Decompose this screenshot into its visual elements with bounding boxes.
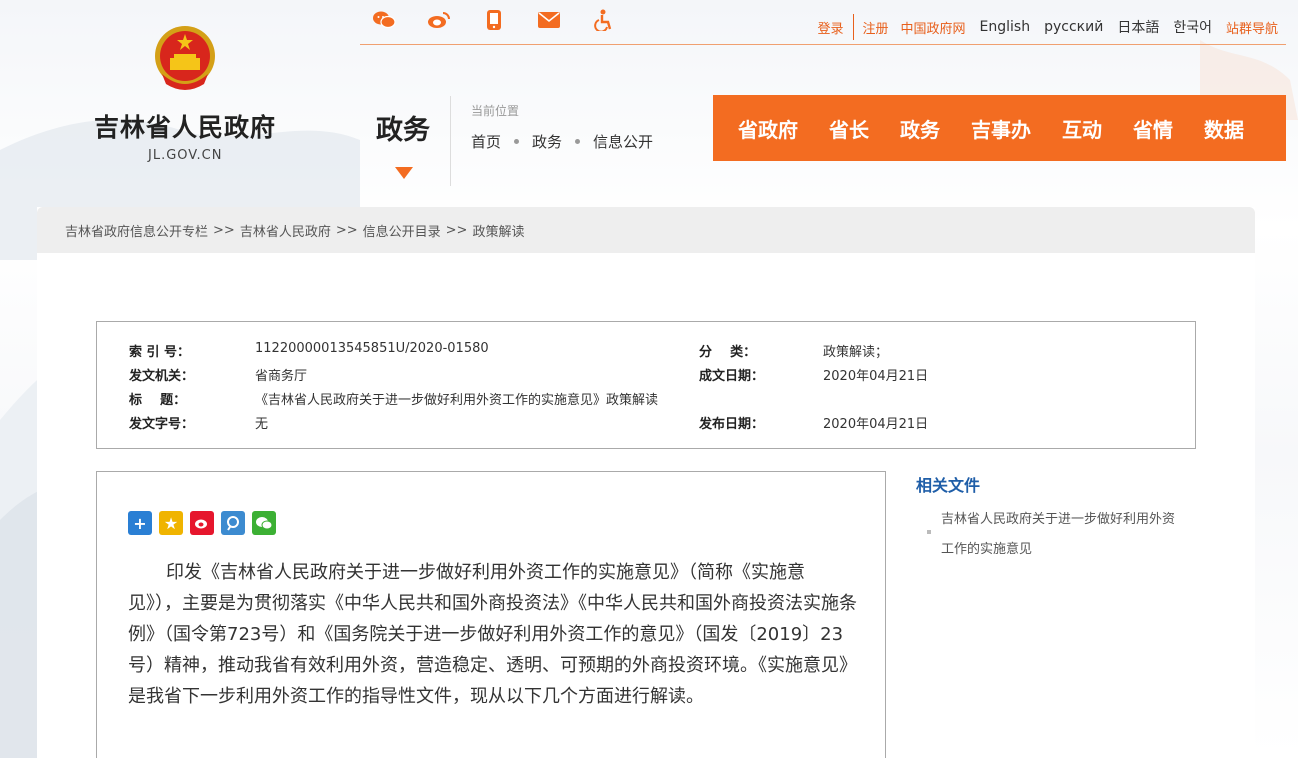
location-breadcrumb: 首页 政务 信息公开 — [471, 131, 653, 152]
site-title[interactable]: 吉林省人民政府 — [94, 108, 276, 144]
crumb-dot — [514, 139, 520, 144]
lang-english[interactable]: English — [980, 19, 1031, 35]
link-separator — [852, 14, 854, 40]
weibo-share-icon[interactable] — [190, 511, 214, 535]
location-label: 当前位置 — [471, 104, 520, 118]
breadcrumb-sep: >> — [445, 222, 468, 238]
section-pointer-icon — [395, 167, 413, 179]
wechat-share-icon[interactable] — [252, 511, 276, 535]
breadcrumb-sep: >> — [335, 222, 358, 238]
social-icons — [372, 8, 616, 32]
tencent-weibo-icon[interactable] — [221, 511, 245, 535]
meta-published-value: 2020年04月21日 — [823, 417, 929, 432]
meta-index-value: 11220000013545851U/2020-01580 — [255, 341, 489, 356]
nav-governor[interactable]: 省长 — [829, 114, 869, 143]
meta-created-label: 成文日期： — [699, 369, 765, 384]
login-link[interactable]: 登录 — [818, 18, 844, 37]
qzone-icon[interactable]: ★ — [159, 511, 183, 535]
share-more-icon[interactable]: + — [128, 511, 152, 535]
section-title: 政务 — [376, 115, 430, 146]
lang-russian[interactable]: русский — [1044, 19, 1103, 35]
nav-interaction[interactable]: 互动 — [1062, 114, 1102, 143]
content-panel: 吉林省政府信息公开专栏 >> 吉林省人民政府 >> 信息公开目录 >> 政策解读… — [37, 207, 1255, 758]
meta-title-label: 标 题： — [129, 393, 187, 408]
related-docs-title: 相关文件 — [916, 476, 981, 495]
lang-korean[interactable]: 한국어 — [1173, 17, 1212, 37]
document-metadata: 索 引 号： 11220000013545851U/2020-01580 分 类… — [96, 321, 1196, 449]
crumb-dot — [575, 139, 581, 144]
meta-row: 发文机关： 省商务厅 成文日期： 2020年04月21日 — [129, 365, 928, 384]
mail-icon[interactable] — [537, 8, 561, 32]
lang-japanese[interactable]: 日本語 — [1117, 17, 1159, 37]
related-doc-link[interactable]: 吉林省人民政府关于进一步做好利用外资工作的实施意见 — [941, 505, 1187, 565]
meta-title-value: 《吉林省人民政府关于进一步做好利用外资工作的实施意见》政策解读 — [255, 393, 659, 408]
accessibility-icon[interactable] — [592, 8, 616, 32]
meta-row: 标 题： 《吉林省人民政府关于进一步做好利用外资工作的实施意见》政策解读 — [129, 389, 658, 408]
breadcrumb-item[interactable]: 吉林省政府信息公开专栏 — [65, 221, 208, 240]
header-divider — [450, 96, 451, 186]
nav-data[interactable]: 数据 — [1204, 114, 1244, 143]
meta-issuer-value: 省商务厅 — [255, 369, 308, 384]
crumb-affairs[interactable]: 政务 — [532, 131, 562, 152]
national-emblem-logo[interactable] — [152, 24, 218, 96]
register-link[interactable]: 注册 — [863, 18, 889, 37]
breadcrumb-item[interactable]: 信息公开目录 — [363, 221, 441, 240]
crumb-info-disclosure[interactable]: 信息公开 — [593, 131, 653, 152]
meta-row: 发文字号： 无 发布日期： 2020年04月21日 — [129, 413, 928, 432]
breadcrumb-sep: >> — [213, 222, 235, 238]
breadcrumb-item[interactable]: 吉林省人民政府 — [240, 221, 331, 240]
meta-category-value: 政策解读； — [823, 345, 889, 360]
meta-issuer-label: 发文机关： — [129, 369, 195, 384]
meta-created-value: 2020年04月21日 — [823, 369, 929, 384]
crumb-home[interactable]: 首页 — [471, 131, 501, 152]
meta-docno-label: 发文字号： — [129, 417, 195, 432]
nav-provincial-gov[interactable]: 省政府 — [738, 114, 798, 143]
topbar-divider — [360, 44, 1286, 45]
top-links: 登录 注册 中国政府网 English русский 日本語 한국어 站群导航 — [818, 14, 1278, 40]
article-paragraph: 印发《吉林省人民政府关于进一步做好利用外资工作的实施意见》（简称《实施意见》），… — [128, 562, 857, 707]
article-body: + ★ 印发《吉林省人民政府关于进一步做好利用外资工作的实施意见》（简称《实施意… — [96, 471, 886, 758]
meta-docno-value: 无 — [255, 417, 269, 432]
site-nav-link[interactable]: 站群导航 — [1226, 18, 1278, 37]
nav-province-info[interactable]: 省情 — [1133, 114, 1173, 143]
mobile-icon[interactable] — [482, 8, 506, 32]
bullet-icon — [927, 530, 931, 534]
meta-index-label: 索 引 号： — [129, 345, 191, 360]
gov-portal-link[interactable]: 中国政府网 — [901, 18, 966, 37]
meta-published-label: 发布日期： — [699, 417, 765, 432]
nav-services[interactable]: 吉事办 — [971, 114, 1031, 143]
site-domain: JL.GOV.CN — [148, 148, 223, 163]
nav-affairs[interactable]: 政务 — [900, 114, 940, 143]
meta-row: 索 引 号： 11220000013545851U/2020-01580 分 类… — [129, 341, 888, 360]
breadcrumb-item[interactable]: 政策解读 — [472, 221, 524, 240]
weibo-icon[interactable] — [427, 8, 451, 32]
related-doc-item[interactable]: 吉林省人民政府关于进一步做好利用外资工作的实施意见 — [927, 505, 1187, 565]
main-nav: 省政府 省长 政务 吉事办 互动 省情 数据 — [713, 95, 1286, 161]
wechat-icon[interactable] — [372, 8, 396, 32]
share-toolbar: + ★ — [128, 511, 276, 535]
breadcrumb: 吉林省政府信息公开专栏 >> 吉林省人民政府 >> 信息公开目录 >> 政策解读 — [37, 207, 1255, 253]
meta-category-label: 分 类： — [699, 345, 757, 360]
